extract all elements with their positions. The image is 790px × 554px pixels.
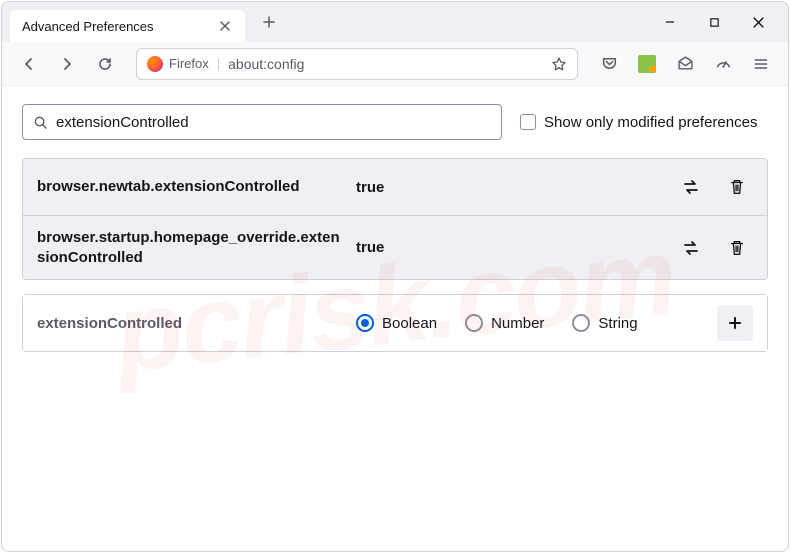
maximize-button[interactable] <box>706 14 722 30</box>
show-modified-checkbox[interactable] <box>520 114 536 130</box>
pref-row: browser.startup.homepage_override.extens… <box>23 216 767 279</box>
new-pref-name: extensionControlled <box>37 315 342 332</box>
url-bar[interactable]: Firefox | about:config <box>136 48 578 80</box>
new-tab-button[interactable] <box>255 8 283 36</box>
pref-row: browser.newtab.extensionControlled true <box>23 159 767 216</box>
radio-boolean[interactable]: Boolean <box>356 314 437 332</box>
radio-label: Boolean <box>382 315 437 332</box>
show-modified-label: Show only modified preferences <box>544 114 757 131</box>
tab-title: Advanced Preferences <box>22 19 207 34</box>
add-pref-button[interactable] <box>717 305 753 341</box>
back-button[interactable] <box>14 49 44 79</box>
close-window-button[interactable] <box>750 14 766 30</box>
url-identity: Firefox <box>147 56 209 72</box>
radio-label: Number <box>491 315 544 332</box>
url-identity-label: Firefox <box>169 56 209 71</box>
search-icon <box>33 115 48 130</box>
nav-toolbar: Firefox | about:config <box>2 42 788 86</box>
show-modified-checkbox-row[interactable]: Show only modified preferences <box>520 114 757 131</box>
new-pref-table: extensionControlled Boolean Number Strin… <box>22 294 768 352</box>
radio-label: String <box>598 315 637 332</box>
reload-button[interactable] <box>90 49 120 79</box>
toggle-button[interactable] <box>675 232 707 264</box>
pocket-icon[interactable] <box>594 49 624 79</box>
config-search-input[interactable] <box>56 114 491 131</box>
radio-button[interactable] <box>356 314 374 332</box>
close-tab-icon[interactable] <box>217 18 233 34</box>
pref-value: true <box>356 179 661 196</box>
toggle-button[interactable] <box>675 171 707 203</box>
delete-button[interactable] <box>721 232 753 264</box>
browser-tab[interactable]: Advanced Preferences <box>10 10 245 42</box>
tab-bar: Advanced Preferences <box>2 2 788 42</box>
radio-button[interactable] <box>465 314 483 332</box>
inbox-icon[interactable] <box>670 49 700 79</box>
dashboard-icon[interactable] <box>708 49 738 79</box>
extension-icon[interactable] <box>632 49 662 79</box>
radio-string[interactable]: String <box>572 314 637 332</box>
new-pref-row: extensionControlled Boolean Number Strin… <box>23 295 767 351</box>
bookmark-star-icon[interactable] <box>551 56 567 72</box>
firefox-logo-icon <box>147 56 163 72</box>
pref-table: browser.newtab.extensionControlled true … <box>22 158 768 280</box>
pref-name: browser.newtab.extensionControlled <box>37 177 342 197</box>
forward-button[interactable] <box>52 49 82 79</box>
pref-value: true <box>356 239 661 256</box>
menu-button[interactable] <box>746 49 776 79</box>
config-content: Show only modified preferences browser.n… <box>2 86 788 370</box>
radio-button[interactable] <box>572 314 590 332</box>
config-search-box[interactable] <box>22 104 502 140</box>
radio-number[interactable]: Number <box>465 314 544 332</box>
type-radio-group: Boolean Number String <box>356 314 703 332</box>
delete-button[interactable] <box>721 171 753 203</box>
pref-name: browser.startup.homepage_override.extens… <box>37 228 342 267</box>
window-controls <box>662 14 780 30</box>
url-text: about:config <box>228 56 543 72</box>
url-separator: | <box>217 56 220 71</box>
minimize-button[interactable] <box>662 14 678 30</box>
